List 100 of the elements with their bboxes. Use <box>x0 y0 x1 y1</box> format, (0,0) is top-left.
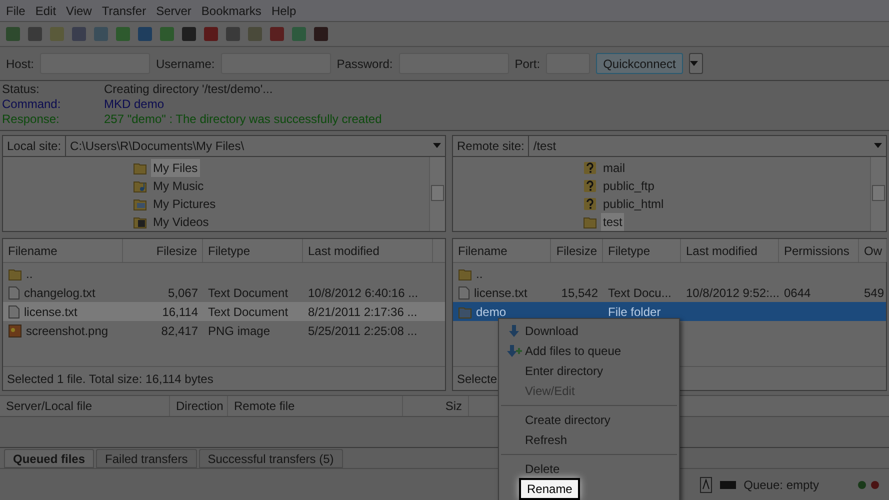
table-cell-text: 15,542 <box>561 284 598 302</box>
table-cell-text: 16,114 <box>162 304 198 320</box>
scrollbar[interactable] <box>870 157 886 231</box>
encryption-icon <box>720 480 736 488</box>
tree-item[interactable]: My Music <box>151 177 206 195</box>
menu-option[interactable]: Refresh <box>525 431 568 449</box>
menu-item[interactable]: Edit <box>31 2 60 20</box>
folder-icon <box>133 161 147 175</box>
menu-option[interactable]: Add files to queue <box>525 342 622 360</box>
table-cell[interactable]: license.txt <box>24 302 78 320</box>
table-cell-text: File folder <box>608 304 661 320</box>
menu-item[interactable]: File <box>2 2 30 20</box>
quickconnect-button[interactable]: Quickconnect <box>596 53 683 74</box>
toolbar-icon[interactable] <box>136 25 154 43</box>
tree-item[interactable]: public_html <box>601 195 666 213</box>
folder-icon <box>583 215 597 229</box>
column-header[interactable]: Siz <box>403 396 469 416</box>
toolbar-icon[interactable] <box>26 25 44 43</box>
table-cell-text: 10/8/2012 9:52:... <box>686 284 780 302</box>
file-row[interactable]: license.txt 15,542 Text Docu... 10/8/2012 9:52:... 0644 549 <box>453 283 886 302</box>
field-label: Port: <box>514 56 540 72</box>
table-cell-text: 5,067 <box>168 284 198 302</box>
menu-item[interactable]: Help <box>267 2 300 20</box>
folder-icon <box>8 266 22 280</box>
menu-item[interactable]: View <box>62 2 96 20</box>
column-header[interactable]: Remote file <box>228 396 403 416</box>
table-cell[interactable]: demo <box>476 302 506 320</box>
file-row[interactable]: screenshot.png 82,417 PNG image 5/25/2011 2:25:08 ... <box>3 321 445 340</box>
column-header[interactable]: Permissions <box>779 239 859 262</box>
menu-item[interactable]: Bookmarks <box>197 2 266 20</box>
menu-option[interactable]: Enter directory <box>525 362 604 380</box>
column-header[interactable]: Filename <box>3 239 123 262</box>
unknown-folder-icon <box>583 161 597 175</box>
tree-item[interactable]: public_ftp <box>601 177 656 195</box>
column-header[interactable]: Filetype <box>203 239 303 262</box>
column-header[interactable]: Last modified <box>303 239 433 262</box>
tab[interactable]: Queued files <box>4 449 94 468</box>
table-cell-text: 8/21/2011 2:17:36 ... <box>308 304 418 320</box>
file-row[interactable]: .. <box>3 264 445 283</box>
folder-icon <box>458 266 472 280</box>
toolbar-icon[interactable] <box>70 25 88 43</box>
menu-item[interactable]: Server <box>152 2 196 20</box>
document-icon <box>8 304 20 318</box>
toolbar-icon[interactable] <box>48 25 66 43</box>
path-dropdown[interactable]: C:\Users\R\Documents\My Files\ <box>66 136 445 156</box>
menu-item[interactable]: Transfer <box>98 2 150 20</box>
table-cell[interactable]: screenshot.png <box>26 322 108 340</box>
dropdown-button[interactable] <box>688 53 703 74</box>
file-row[interactable]: .. <box>453 264 886 283</box>
table-cell[interactable]: license.txt <box>474 284 528 302</box>
column-header[interactable]: Filename <box>453 239 551 262</box>
file-row[interactable]: changelog.txt 5,067 Text Document 10/8/2012 6:40:16 ... <box>3 283 445 302</box>
selection-status: Selected 1 file. Total size: 16,114 bytes <box>7 370 214 388</box>
column-header[interactable]: Direction <box>170 396 228 416</box>
path-dropdown[interactable]: /test <box>529 136 886 156</box>
tree-item[interactable]: My Videos <box>151 213 211 231</box>
tab[interactable]: Successful transfers (5) <box>198 449 343 468</box>
tree-item[interactable]: test <box>601 213 624 231</box>
menu-option[interactable]: Download <box>525 322 578 340</box>
toolbar-icon[interactable] <box>268 25 286 43</box>
folder-icon <box>458 304 472 318</box>
field-label: Password: <box>336 56 393 72</box>
queue-status: Queue: empty <box>744 476 819 494</box>
file-row[interactable]: demo File folder <box>453 302 886 321</box>
site-label: Remote site: <box>453 136 530 156</box>
column-header[interactable]: Server/Local file <box>0 396 170 416</box>
file-row[interactable]: license.txt 16,114 Text Document 8/21/2011 2:17:36 ... <box>3 302 445 321</box>
column-header[interactable]: Ow <box>859 239 887 262</box>
log-label: Response: <box>2 112 60 127</box>
column-header[interactable]: Last modified <box>681 239 779 262</box>
selection-status: Selecte <box>457 370 498 388</box>
table-cell[interactable]: .. <box>476 264 483 282</box>
tree-item[interactable]: My Files <box>151 159 200 177</box>
toolbar-icon[interactable] <box>290 25 308 43</box>
toolbar-icon[interactable] <box>114 25 132 43</box>
toolbar-icon[interactable] <box>224 25 242 43</box>
table-cell[interactable]: changelog.txt <box>24 284 96 302</box>
toolbar-icon[interactable] <box>202 25 220 43</box>
toolbar-icon[interactable] <box>158 25 176 43</box>
log-label: Command: <box>2 97 62 112</box>
toolbar-icon[interactable] <box>246 25 264 43</box>
menu-option[interactable]: Create directory <box>525 411 610 429</box>
column-header[interactable]: Filesize <box>123 239 203 262</box>
column-header[interactable]: Filetype <box>603 239 681 262</box>
toolbar-icon[interactable] <box>4 25 22 43</box>
menu-option[interactable]: Rename <box>519 478 580 500</box>
tree-item[interactable]: mail <box>601 159 628 177</box>
pictures-folder-icon <box>133 197 147 211</box>
column-header[interactable]: Filesize <box>551 239 603 262</box>
menu-option[interactable]: Delete <box>525 460 560 478</box>
table-cell[interactable]: .. <box>26 264 33 282</box>
scrollbar[interactable] <box>429 157 445 231</box>
toolbar-icon[interactable] <box>92 25 110 43</box>
tree-item[interactable]: My Pictures <box>151 195 218 213</box>
music-folder-icon <box>133 179 147 193</box>
toolbar-icon[interactable] <box>180 25 198 43</box>
caret-icon <box>433 143 441 149</box>
document-icon <box>458 286 470 300</box>
tab[interactable]: Failed transfers <box>96 449 197 468</box>
toolbar-icon[interactable] <box>312 25 330 43</box>
